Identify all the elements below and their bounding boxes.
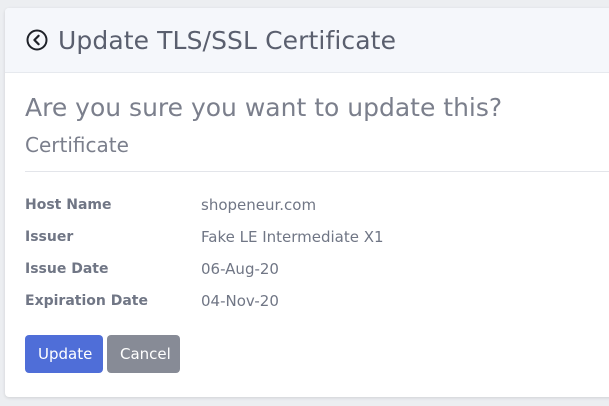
detail-row-expiration-date: Expiration Date 04-Nov-20 xyxy=(25,285,609,317)
detail-row-issue-date: Issue Date 06-Aug-20 xyxy=(25,253,609,285)
card-body: Are you sure you want to update this? Ce… xyxy=(5,73,609,373)
action-buttons: Update Cancel xyxy=(25,335,609,373)
section-subtitle: Certificate xyxy=(25,133,129,157)
cancel-button[interactable]: Cancel xyxy=(107,335,180,373)
detail-value: shopeneur.com xyxy=(201,196,317,214)
certificate-details: Host Name shopeneur.com Issuer Fake LE I… xyxy=(25,189,609,317)
detail-label: Expiration Date xyxy=(25,293,148,309)
detail-row-issuer: Issuer Fake LE Intermediate X1 xyxy=(25,221,609,253)
confirm-question: Are you sure you want to update this? xyxy=(25,93,503,122)
detail-value: 06-Aug-20 xyxy=(201,260,279,278)
card-header: Update TLS/SSL Certificate xyxy=(5,8,609,73)
update-button[interactable]: Update xyxy=(25,335,103,373)
detail-label: Issue Date xyxy=(25,261,109,277)
detail-label: Host Name xyxy=(25,197,112,213)
divider xyxy=(25,171,609,172)
detail-value: 04-Nov-20 xyxy=(201,292,279,310)
detail-value: Fake LE Intermediate X1 xyxy=(201,228,384,246)
page-title: Update TLS/SSL Certificate xyxy=(58,25,397,55)
detail-row-host-name: Host Name shopeneur.com xyxy=(25,189,609,221)
chevron-left-circle-icon xyxy=(26,29,48,51)
detail-label: Issuer xyxy=(25,229,74,245)
back-button[interactable] xyxy=(25,28,49,52)
confirm-update-card: Update TLS/SSL Certificate Are you sure … xyxy=(5,8,609,397)
